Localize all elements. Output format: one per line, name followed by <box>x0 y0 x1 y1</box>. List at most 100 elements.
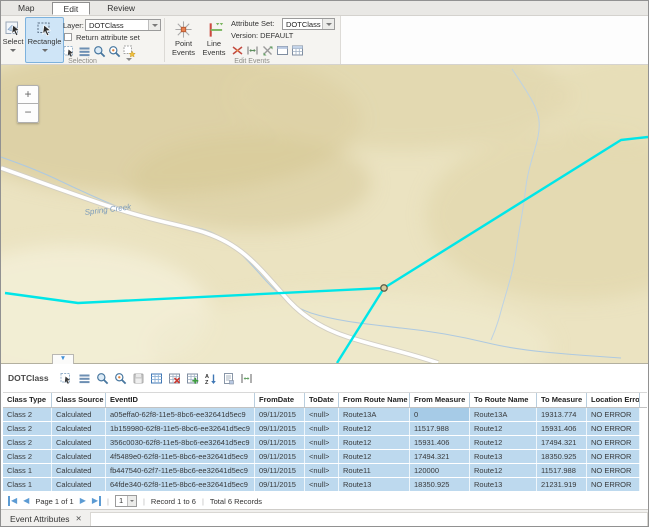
table-cell[interactable]: NO ERROR <box>587 478 640 491</box>
table-cell[interactable]: 4f5489e0-62f8-11e5-8bc6-ee32641d5ec9 <box>106 450 255 463</box>
events-grid-icon[interactable] <box>291 44 304 57</box>
select-records-icon[interactable] <box>60 372 73 385</box>
table-menu-icon[interactable] <box>78 372 91 385</box>
zoom-in-button[interactable]: + <box>17 85 39 104</box>
table-cell[interactable]: Route12 <box>470 422 537 435</box>
table-cell[interactable]: Calculated <box>52 450 106 463</box>
attribute-set-combobox[interactable]: DOTClass <box>282 18 335 30</box>
table-cell[interactable]: 64fde340-62f8-11e5-8bc6-ee32641d5ec9 <box>106 478 255 491</box>
table-cell[interactable]: <null> <box>305 450 339 463</box>
table-row[interactable]: Class 2Calculated356c0030-62f8-11e5-8bc6… <box>3 436 647 450</box>
column-header-todate[interactable]: ToDate <box>305 393 339 407</box>
table-cell[interactable]: Route11 <box>339 464 410 477</box>
delete-record-icon[interactable] <box>168 372 181 385</box>
previous-page-button[interactable]: ◀ <box>23 496 29 506</box>
table-cell[interactable]: Route12 <box>339 436 410 449</box>
table-cell[interactable]: Class 2 <box>3 450 52 463</box>
column-header-to-route-name[interactable]: To Route Name <box>470 393 537 407</box>
select-dropdown-icon[interactable] <box>10 49 16 55</box>
table-cell[interactable]: <null> <box>305 436 339 449</box>
table-cell[interactable]: 356c0030-62f8-11e5-8bc6-ee32641d5ec9 <box>106 436 255 449</box>
rectangle-select-button[interactable]: Rectangle <box>25 17 64 63</box>
layer-dropdown-arrow-icon[interactable] <box>148 20 160 30</box>
table-row[interactable]: Class 2Calculateda05effa0-62f8-11e5-8bc6… <box>3 408 647 422</box>
point-events-button[interactable]: Point Events <box>168 17 199 63</box>
map-viewport[interactable]: Spring Creek + − <box>1 65 648 363</box>
fit-columns-icon[interactable] <box>240 372 253 385</box>
snap-event-icon[interactable] <box>261 44 274 57</box>
table-row[interactable]: Class 2Calculated1b159980-62f8-11e5-8bc6… <box>3 422 647 436</box>
table-cell[interactable]: <null> <box>305 464 339 477</box>
pan-to-selected-icon[interactable] <box>108 45 121 58</box>
table-cell[interactable]: 15931.406 <box>410 436 470 449</box>
table-cell[interactable]: Route13 <box>470 450 537 463</box>
table-cell[interactable]: Route13 <box>339 478 410 491</box>
table-cell[interactable]: Class 1 <box>3 464 52 477</box>
table-cell[interactable]: NO ERROR <box>587 436 640 449</box>
page-number-dropdown-icon[interactable] <box>127 496 136 506</box>
table-cell[interactable]: Class 2 <box>3 422 52 435</box>
table-cell[interactable]: 09/11/2015 <box>255 422 305 435</box>
layer-combobox[interactable]: DOTClass <box>85 19 161 31</box>
table-cell[interactable]: 17494.321 <box>537 436 587 449</box>
table-cell[interactable]: a05effa0-62f8-11e5-8bc6-ee32641d5ec9 <box>106 408 255 421</box>
table-cell[interactable]: Route13A <box>339 408 410 421</box>
table-cell[interactable]: 11517.988 <box>410 422 470 435</box>
column-header-from-measure[interactable]: From Measure <box>410 393 470 407</box>
table-collapse-button[interactable]: ▼ <box>52 354 74 364</box>
table-cell[interactable]: Calculated <box>52 464 106 477</box>
table-cell[interactable]: 09/11/2015 <box>255 436 305 449</box>
table-cell[interactable]: NO ERROR <box>587 464 640 477</box>
zoom-to-record-icon[interactable] <box>96 372 109 385</box>
table-cell[interactable]: <null> <box>305 408 339 421</box>
table-cell[interactable]: 17494.321 <box>410 450 470 463</box>
table-cell[interactable]: 15931.406 <box>537 422 587 435</box>
tab-edit[interactable]: Edit <box>52 2 91 15</box>
zoom-out-button[interactable]: − <box>17 104 39 123</box>
table-cell[interactable]: 19313.774 <box>537 408 587 421</box>
table-cell[interactable]: Route12 <box>339 450 410 463</box>
add-record-icon[interactable] <box>186 372 199 385</box>
table-cell[interactable]: 0 <box>410 408 470 421</box>
table-cell[interactable]: 18350.925 <box>537 450 587 463</box>
column-header-to-measure[interactable]: To Measure <box>537 393 587 407</box>
event-range-icon[interactable] <box>246 44 259 57</box>
column-header-from-route-name[interactable]: From Route Name <box>339 393 410 407</box>
table-row[interactable]: Class 1Calculatedfb447540-62f7-11e5-8bc6… <box>3 464 647 478</box>
next-page-button[interactable]: ▶ <box>80 496 86 506</box>
line-events-button[interactable]: Line Events <box>200 17 228 63</box>
page-number-combobox[interactable]: 1 <box>115 495 137 507</box>
table-cell[interactable]: Route12 <box>339 422 410 435</box>
table-cell[interactable]: 1b159980-62f8-11e5-8bc6-ee32641d5ec9 <box>106 422 255 435</box>
last-page-button[interactable]: ▶ <box>92 496 101 506</box>
table-cell[interactable]: NO ERROR <box>587 408 640 421</box>
close-tab-icon[interactable]: ✕ <box>76 515 82 522</box>
table-cell[interactable]: 09/11/2015 <box>255 478 305 491</box>
table-cell[interactable]: Calculated <box>52 478 106 491</box>
table-cell[interactable]: NO ERROR <box>587 450 640 463</box>
table-cell[interactable]: NO ERROR <box>587 422 640 435</box>
table-cell[interactable]: <null> <box>305 478 339 491</box>
table-row[interactable]: Class 1Calculated64fde340-62f8-11e5-8bc6… <box>3 478 647 492</box>
pan-to-record-icon[interactable] <box>114 372 127 385</box>
first-page-button[interactable]: ◀ <box>8 496 17 506</box>
table-cell[interactable]: Route12 <box>470 436 537 449</box>
table-cell[interactable]: Class 2 <box>3 436 52 449</box>
table-row[interactable]: Class 2Calculated4f5489e0-62f8-11e5-8bc6… <box>3 450 647 464</box>
table-cell[interactable]: 18350.925 <box>410 478 470 491</box>
select-features-icon[interactable] <box>63 45 76 58</box>
attribute-set-dropdown-arrow-icon[interactable] <box>322 19 334 29</box>
tab-review[interactable]: Review <box>96 1 146 15</box>
column-header-eventid[interactable]: EventID <box>106 393 255 407</box>
clear-selection-icon[interactable] <box>123 45 136 58</box>
attributes-panel-icon[interactable] <box>276 44 289 57</box>
table-cell[interactable]: Calculated <box>52 422 106 435</box>
column-header-location-error[interactable]: Location Error <box>587 393 640 407</box>
select-button[interactable]: Select <box>2 17 24 63</box>
switch-table-icon[interactable] <box>150 372 163 385</box>
table-cell[interactable]: fb447540-62f7-11e5-8bc6-ee32641d5ec9 <box>106 464 255 477</box>
column-header-class-source[interactable]: Class Source <box>52 393 106 407</box>
table-cell[interactable]: <null> <box>305 422 339 435</box>
column-header-class-type[interactable]: Class Type <box>3 393 52 407</box>
table-cell[interactable]: 120000 <box>410 464 470 477</box>
